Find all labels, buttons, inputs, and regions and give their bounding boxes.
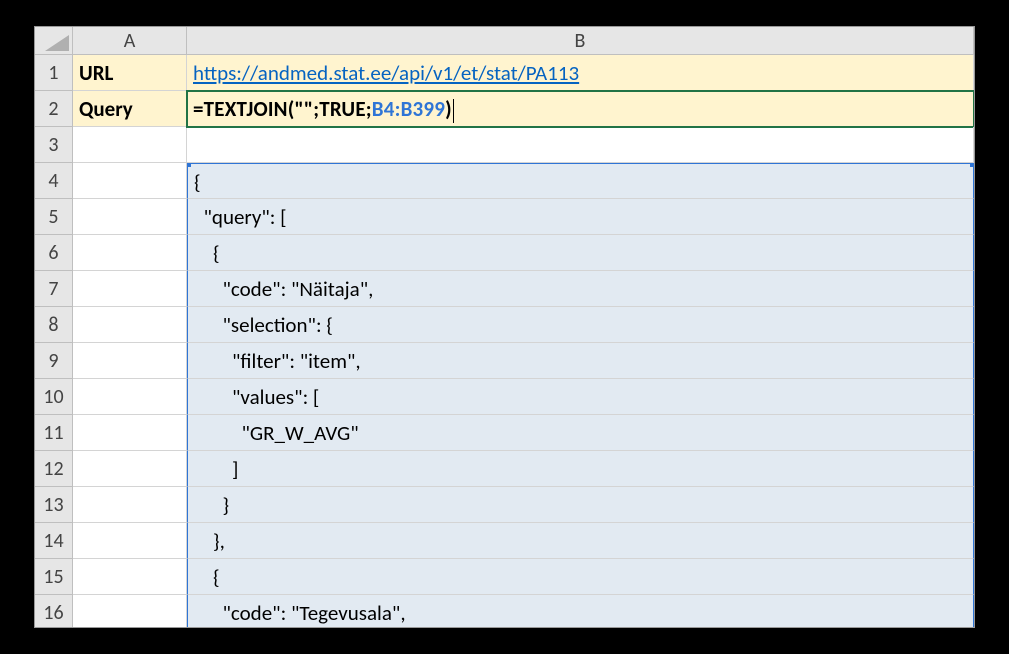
formula-text: =TEXTJOIN("";TRUE;B4:B399) [193, 96, 454, 122]
row: 11 "GR_W_AVG" [35, 415, 974, 451]
cell[interactable]: "values": [ [187, 379, 974, 415]
cell-text: "code": "Näitaja", [194, 276, 373, 302]
row-header[interactable]: 9 [35, 343, 73, 379]
cell[interactable] [73, 379, 187, 415]
cell-text: }, [194, 528, 225, 554]
cell-text: { [194, 564, 220, 590]
select-all-corner[interactable] [35, 27, 73, 54]
cell[interactable] [73, 163, 187, 199]
cell[interactable]: { [187, 235, 974, 271]
cell[interactable]: "GR_W_AVG" [187, 415, 974, 451]
cell[interactable] [73, 343, 187, 379]
cell-text: "code": "Tegevusala", [194, 600, 406, 626]
cell[interactable] [187, 127, 974, 163]
column-header-B[interactable]: B [187, 27, 974, 54]
row-header[interactable]: 7 [35, 271, 73, 307]
row-header[interactable]: 10 [35, 379, 73, 415]
row: 3 [35, 127, 974, 163]
cell[interactable]: "filter": "item", [187, 343, 974, 379]
row-header[interactable]: 3 [35, 127, 73, 163]
row: 10 "values": [ [35, 379, 974, 415]
row-header[interactable]: 2 [35, 91, 73, 127]
row: 15 { [35, 559, 974, 595]
cell-text: { [194, 240, 220, 266]
cell-text: } [194, 492, 229, 518]
cell-text: "query": [ [194, 204, 287, 230]
cell[interactable] [73, 595, 187, 627]
row: 12 ] [35, 451, 974, 487]
cell-text: "filter": "item", [194, 348, 361, 374]
cell-A2[interactable]: Query [73, 91, 187, 127]
row: 2 Query =TEXTJOIN("";TRUE;B4:B399) [35, 91, 974, 127]
cell[interactable]: "code": "Näitaja", [187, 271, 974, 307]
cell-text: "values": [ [194, 384, 319, 410]
cell-text: "GR_W_AVG" [194, 420, 359, 446]
cell[interactable]: "code": "Tegevusala", [187, 595, 974, 627]
row: 5 "query": [ [35, 199, 974, 235]
row: 7 "code": "Näitaja", [35, 271, 974, 307]
cell[interactable] [73, 307, 187, 343]
cell[interactable] [73, 235, 187, 271]
cell-B1[interactable]: https://andmed.stat.ee/api/v1/et/stat/PA… [187, 55, 974, 91]
cell[interactable]: "selection": { [187, 307, 974, 343]
row-header[interactable]: 16 [35, 595, 73, 627]
row-header[interactable]: 12 [35, 451, 73, 487]
cell[interactable] [73, 559, 187, 595]
row: 16 "code": "Tegevusala", [35, 595, 974, 627]
text-cursor [453, 99, 454, 123]
column-headers: A B [35, 27, 974, 55]
row-header[interactable]: 15 [35, 559, 73, 595]
cell[interactable] [73, 199, 187, 235]
cell[interactable]: }, [187, 523, 974, 559]
row-header[interactable]: 4 [35, 163, 73, 199]
row-header[interactable]: 8 [35, 307, 73, 343]
range-handle-icon [187, 163, 191, 167]
cell[interactable]: { [187, 559, 974, 595]
range-handle-icon [970, 163, 974, 167]
cell-text: { [194, 169, 201, 195]
cell[interactable] [73, 523, 187, 559]
row-header[interactable]: 6 [35, 235, 73, 271]
row-header[interactable]: 1 [35, 55, 73, 91]
cell[interactable]: ] [187, 451, 974, 487]
row: 6 { [35, 235, 974, 271]
row-header[interactable]: 5 [35, 199, 73, 235]
row-header[interactable]: 14 [35, 523, 73, 559]
row: 14 }, [35, 523, 974, 559]
cell-text: ] [194, 456, 238, 482]
cell[interactable] [73, 271, 187, 307]
cell[interactable]: } [187, 487, 974, 523]
cell-B2-editing[interactable]: =TEXTJOIN("";TRUE;B4:B399) [187, 91, 974, 127]
cell[interactable] [73, 415, 187, 451]
row-header[interactable]: 13 [35, 487, 73, 523]
cell[interactable] [73, 451, 187, 487]
row: 8 "selection": { [35, 307, 974, 343]
cell[interactable] [73, 127, 187, 163]
grid-rows: 1 URL https://andmed.stat.ee/api/v1/et/s… [35, 55, 974, 627]
row: 1 URL https://andmed.stat.ee/api/v1/et/s… [35, 55, 974, 91]
cell-text: "selection": { [194, 312, 333, 338]
row: 4 { [35, 163, 974, 199]
row: 13 } [35, 487, 974, 523]
cell[interactable]: "query": [ [187, 199, 974, 235]
row-header[interactable]: 11 [35, 415, 73, 451]
row: 9 "filter": "item", [35, 343, 974, 379]
cell[interactable]: { [187, 163, 974, 199]
cell[interactable] [73, 487, 187, 523]
cell-A1[interactable]: URL [73, 55, 187, 91]
url-link[interactable]: https://andmed.stat.ee/api/v1/et/stat/PA… [193, 60, 579, 86]
column-header-A[interactable]: A [73, 27, 187, 54]
spreadsheet: A B 1 URL https://andmed.stat.ee/api/v1/… [34, 26, 975, 628]
